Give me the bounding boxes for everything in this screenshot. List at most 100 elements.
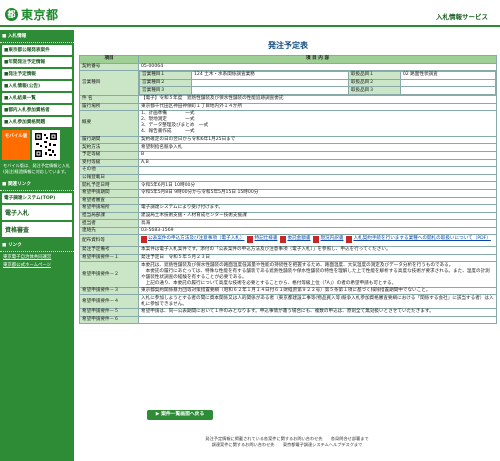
table-row: 希望申請要件－１ 発注予定日 令和５年５月２３日 (79, 253, 497, 263)
sidebar: ■ 入札情報 ■東京都公報発表案件 ■年間発注予定情報 ■発注予定情報 ■入札情… (0, 30, 74, 461)
document-link-label: 入札契約手続を行いまする業種への開札の取扱いについて（PDF） (353, 236, 491, 242)
row-label: 履行場所 (79, 102, 139, 112)
eigyo-table: 営業種目１ 124 土木・水系関係調査業務 取扱品目１ 02 路面性状調査 営業種目２ 取… (139, 71, 497, 95)
tokyo-logo[interactable]: 都 東京都 (5, 6, 59, 23)
service-name: 入札情報サービス (436, 13, 488, 21)
eigyo-value2: 02 路面性状調査 (399, 71, 497, 80)
document-link[interactable]: 入札契約手続を行いまする業種への開札の取扱いについて（PDF） (346, 235, 491, 243)
row-value: 入札に参加しようとする者の間に資本関係又は人的関係がある者（東京都建設工事等(物… (138, 294, 497, 310)
document-link[interactable]: 現況内訳書 (313, 235, 343, 243)
sidebar-links-heading: ■ 関連リンク (0, 178, 74, 191)
link-joint-operation[interactable]: 東京電子自治体共同運営 (3, 254, 71, 260)
row-label: 希望申請場所 (79, 204, 139, 213)
sidebar-item-kouhou[interactable]: ■東京都公報発表案件 (2, 45, 72, 55)
eigyo-label: 営業種目１ (139, 71, 192, 80)
row-label: 担当者 (79, 219, 139, 228)
pdf-icon (141, 235, 147, 243)
table-row: 履行場所 東京都千代田区神田神保町１丁目地内外１４か所 (79, 102, 497, 112)
table-row: 発注予定備考 本案件は電子入札案件です。添付の「公表案件の申込方法及び注意事項（電… (79, 246, 497, 255)
table-row: 受付等級 A,B (79, 158, 497, 168)
row-value: A,B (138, 158, 497, 168)
main-content: 発注予定表 項目 項 目 内 容 契約番号 05-00064 営業種目 営業種目１ 12… (79, 30, 497, 328)
row-label: 概要 (79, 110, 139, 137)
table-row: 希望者審査 (79, 196, 497, 206)
row-value: 東京都契約関係暴力団等対策措置要綱（昭和６２年１月１４日付６１財経庶第９２２号）… (138, 286, 497, 296)
eigyo-value (191, 86, 349, 95)
table-row: 履行期間 契約確定の日の翌日から令和6年1月25日まで (79, 135, 497, 145)
sidebar-item-annual-plan[interactable]: ■年間発注予定情報 (2, 57, 72, 67)
eigyo-value: 124 土木・水系関係調査業務 (191, 71, 349, 80)
row-label: 担当局部課 (79, 211, 139, 221)
sidebar-menu-heading: ■ 入札情報 (0, 30, 74, 43)
sidebar-item-bid-results[interactable]: ■入札結果一覧 (2, 93, 72, 103)
eigyo-cell: 営業種目１ 124 土木・水系関係調査業務 取扱品目１ 02 路面性状調査 営業種目２ 取… (138, 70, 497, 96)
row-label: 予定等級 (79, 150, 139, 160)
mobile-block: モバイル版 (2, 130, 72, 160)
table-row: 件 名【電子】令和５年度 遮熱性舗装及び保水性舗装の性能追跡調査委託 (79, 94, 497, 104)
link-tokyo-official[interactable]: 東京都公式ホームページ (3, 262, 71, 268)
eigyo-label2: 取扱品目３ (347, 86, 401, 95)
document-link[interactable]: 公表案件の申込方法及び注意事項（電子入札） (141, 235, 245, 243)
table-row: その他 (79, 166, 497, 175)
sidebar-item-qualified[interactable]: ■都内入札参加資格者 (2, 105, 72, 115)
table-row: 連絡先 03-5683-1569 (79, 226, 497, 236)
row-value: 本委託は、遮熱性舗装及び保水性舗装の路面温度低減量や性能の持続性を把握するため、… (138, 261, 497, 288)
pdf-icon (280, 235, 287, 243)
document-link[interactable]: 特記仕様書 (247, 235, 277, 243)
row-label: 契約番号 (79, 62, 139, 72)
table-row: 概要 1、計画準備 一式 2、現地測定 一式 3、データ整理及びまとめ 一式 4、… (79, 110, 497, 137)
footer: 発注予定情報に掲載されている各案件に関するお問い合わせ先 各局問合せ部署まで 調… (74, 436, 500, 448)
back-to-list-button[interactable]: ▶ 案件一覧画面へ戻る (147, 410, 213, 420)
row-label: 配布資料等 (79, 234, 139, 248)
row-label: 希望申請要件－２ (79, 261, 139, 288)
row-value: 【電子】令和５年度 遮熱性舗装及び保水性舗装の性能追跡調査委託 (138, 94, 497, 104)
table-row: 公報登載日 (79, 173, 497, 183)
row-value: 令和5年5月8日 9時00分から令和5年5月15日 15時00分 (138, 188, 497, 198)
document-link[interactable]: 委託金額書 (280, 235, 311, 243)
row-value: 発注予定日 令和５年５月２３日 (138, 253, 497, 263)
row-label: 希望申請要件－１ (79, 253, 139, 263)
row-label: 開札予定日時 (79, 181, 139, 190)
sidebar-link-e-bidding[interactable]: 電子入札 (2, 205, 72, 220)
row-value (138, 196, 497, 206)
table-row: 契約番号 05-00064 (79, 62, 497, 72)
table-row: 希望申請要件－４ 入札に参加しようとする者の間に資本関係又は人的関係がある者（東京… (79, 294, 497, 310)
table-row: 担当者 鳥海 (79, 219, 497, 228)
row-value: 東京都千代田区神田神保町１丁目地内外１４か所 (138, 102, 497, 112)
row-label: 公報登載日 (79, 173, 139, 183)
row-label: 営業種目 (79, 70, 139, 96)
table-row: 営業種目 営業種目１ 124 土木・水系関係調査業務 取扱品目１ 02 路面性状調査 営業… (79, 70, 497, 96)
sidebar-item-order-plan[interactable]: ■発注予定情報 (2, 69, 72, 79)
row-value: 03-5683-1569 (138, 226, 497, 236)
row-value (138, 166, 497, 175)
site-header: 都 東京都 入札情報サービス (0, 0, 500, 27)
sidebar-links2-heading: ■ リンク (0, 239, 74, 252)
detail-table: 項目 項 目 内 容 契約番号 05-00064 営業種目 営業種目１ 124 土木・水… (79, 55, 497, 325)
row-label: 履行期間 (79, 135, 139, 145)
docs-cell: 公表案件の申込方法及び注意事項（電子入札） 特記仕様書 委託金額書 現況内訳書 入札契約… (138, 234, 497, 248)
eigyo-row: 営業種目１ 124 土木・水系関係調査業務 取扱品目１ 02 路面性状調査 (139, 71, 497, 80)
table-header-row: 項目 項 目 内 容 (79, 55, 497, 64)
row-label: 契約方法 (79, 143, 139, 152)
row-label: 希望申請要件－３ (79, 286, 139, 296)
mobile-version-badge[interactable]: モバイル版 (2, 130, 30, 160)
header-item: 項目 (79, 55, 139, 64)
sidebar-item-bid-info[interactable]: ■入札情報(公告) (2, 81, 72, 91)
document-link-label: 委託金額書 (287, 236, 311, 242)
tokyo-emblem-icon: 都 (5, 8, 18, 21)
row-value: 鳥海 (138, 219, 497, 228)
row-label: 発注予定備考 (79, 246, 139, 255)
row-value: 令和5年6月1日 10時00分 (138, 181, 497, 190)
footer-line-2: 調達案件に関するお問い合わせ先 東京都電子調達システムヘルプデスクまで (211, 442, 363, 447)
document-link-label: 公表案件の申込方法及び注意事項（電子入札） (148, 236, 245, 242)
header-content: 項 目 内 容 (138, 55, 497, 64)
sidebar-link-e-procurement[interactable]: 電子調達システム(TOP) (2, 193, 72, 203)
sidebar-item-qualification[interactable]: ■入札参加資格問題 (2, 117, 72, 127)
row-value: 建設局土木技術支援・人材育成センター技術支援課 (138, 211, 497, 221)
table-row: 担当局部課 建設局土木技術支援・人材育成センター技術支援課 (79, 211, 497, 221)
qr-code-icon (32, 130, 60, 160)
sidebar-link-qualification[interactable]: 資格審査 (2, 222, 72, 237)
eigyo-value (191, 78, 349, 88)
row-value: 電子調達システムにより受け付けます。 (138, 204, 497, 213)
row-label: その他 (79, 166, 139, 175)
